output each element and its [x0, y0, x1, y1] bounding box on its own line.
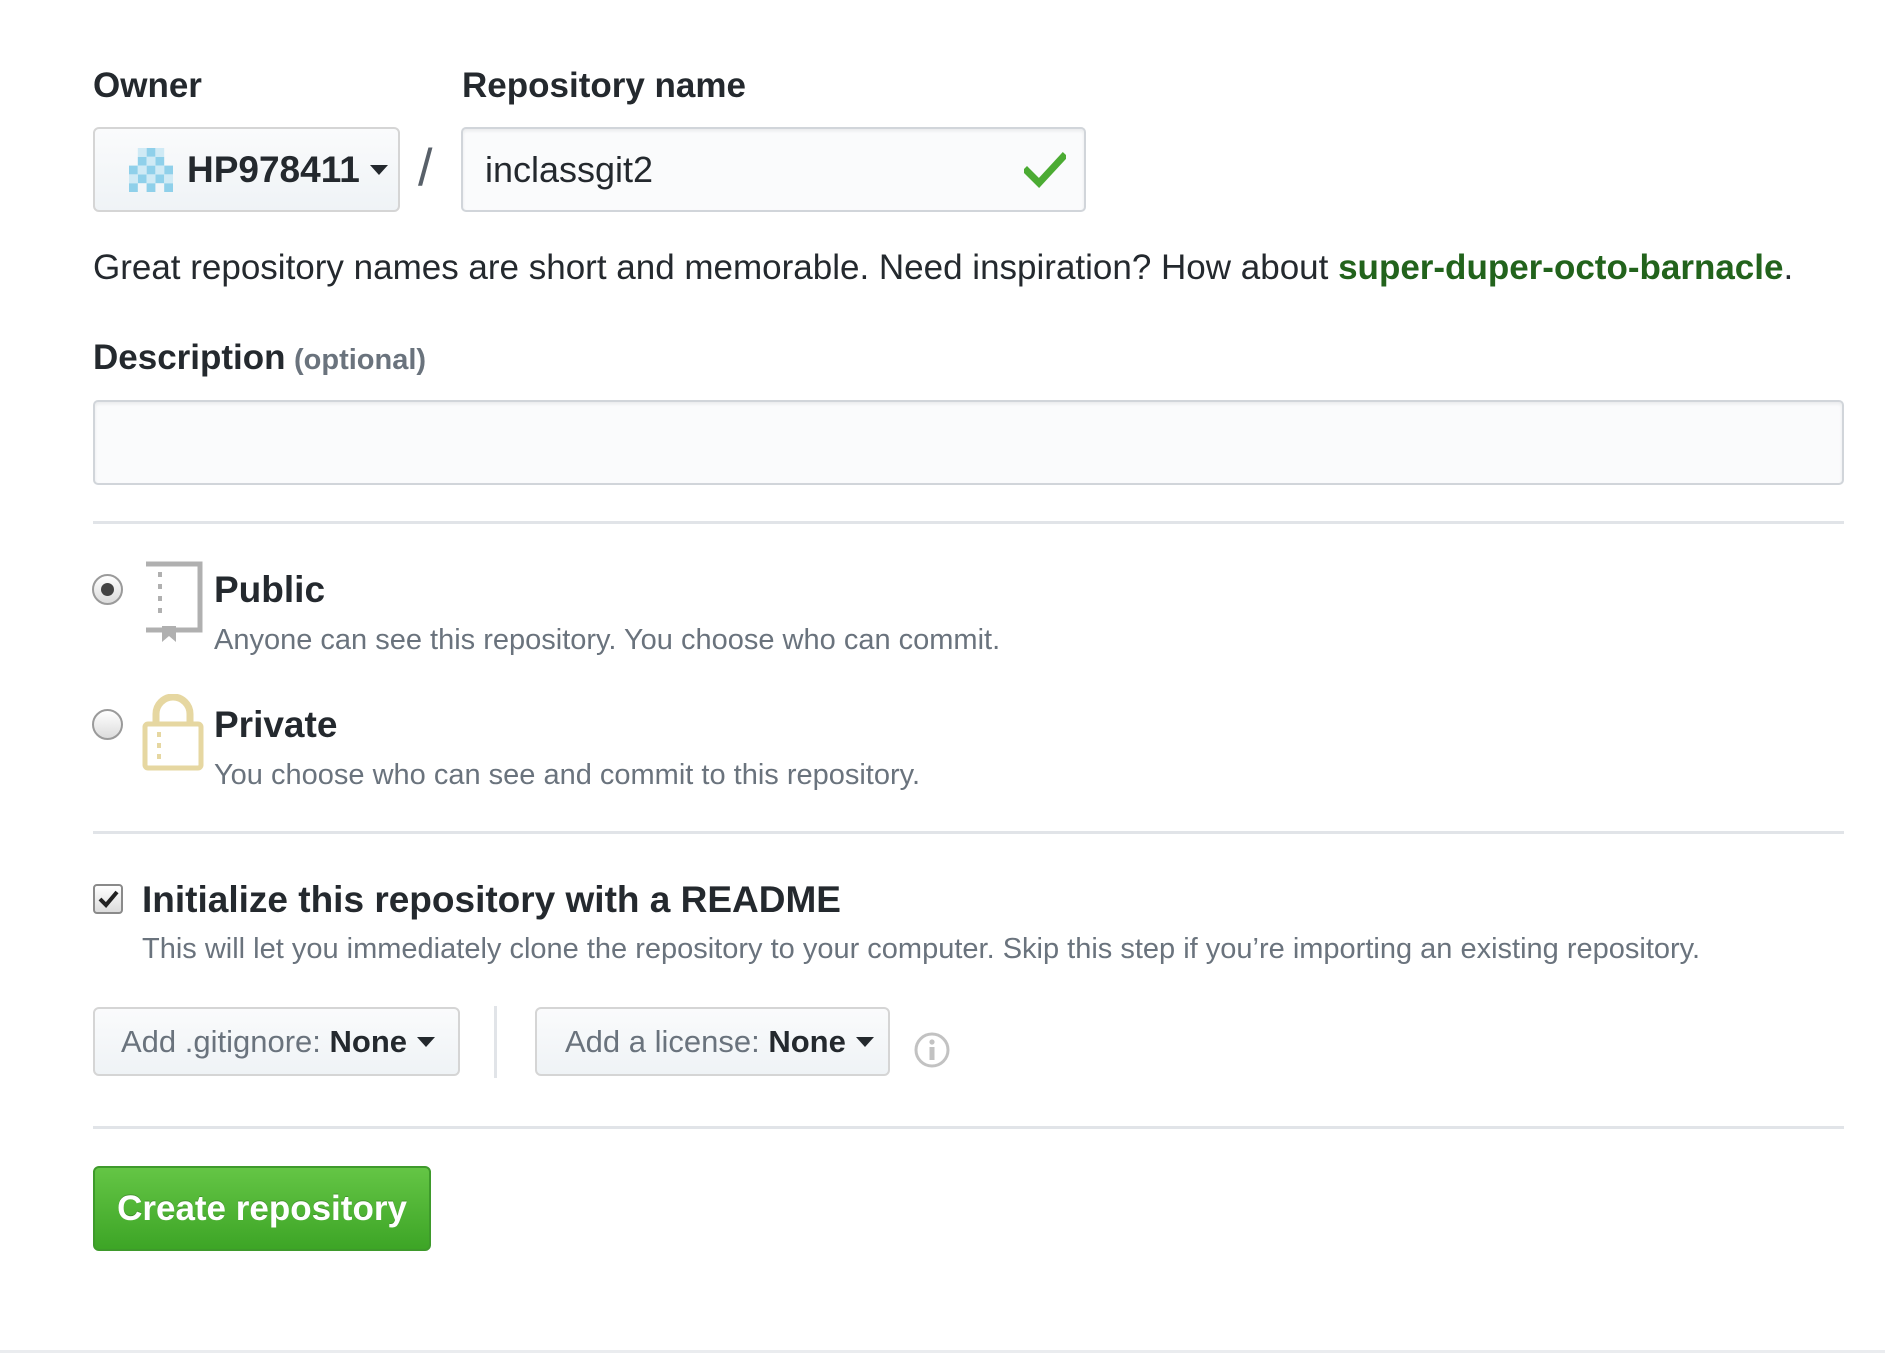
readme-label[interactable]: Initialize this repository with a README [142, 879, 841, 921]
create-repository-button[interactable]: Create repository [93, 1166, 431, 1251]
public-note: Anyone can see this repository. You choo… [214, 624, 1001, 656]
gitignore-select[interactable]: Add .gitignore: None [93, 1007, 460, 1076]
divider [93, 1126, 1844, 1129]
gitignore-key: Add .gitignore: [121, 1023, 321, 1059]
info-icon[interactable] [913, 1031, 951, 1069]
name-hint-end: . [1783, 248, 1794, 287]
description-label-text: Description [93, 338, 286, 377]
suggested-name-link[interactable]: super-duper-octo-barnacle [1338, 248, 1783, 287]
repository-name-field[interactable]: inclassgit2 [461, 127, 1086, 212]
identicon [129, 147, 173, 192]
description-label: Description (optional) [93, 338, 426, 378]
select-divider [494, 1006, 497, 1078]
private-radio[interactable] [92, 709, 123, 740]
repo-icon [146, 561, 203, 642]
repository-name-value: inclassgit2 [485, 148, 654, 190]
check-icon [1024, 152, 1066, 189]
description-field[interactable] [93, 400, 1844, 485]
gitignore-value: None [329, 1023, 408, 1059]
chevron-down-icon [369, 164, 388, 175]
divider [93, 521, 1844, 524]
owner-name: HP978411 [187, 148, 360, 190]
checkmark-icon [98, 890, 119, 908]
owner-select[interactable]: HP978411 [93, 127, 400, 212]
owner-label: Owner [93, 66, 202, 105]
license-value: None [768, 1023, 846, 1059]
optional-tag: (optional) [294, 344, 427, 376]
divider [93, 831, 1844, 834]
chevron-down-icon [855, 1036, 874, 1047]
create-repository-label: Create repository [117, 1188, 407, 1228]
license-select[interactable]: Add a license: None [535, 1007, 890, 1076]
readme-note: This will let you immediately clone the … [142, 933, 1701, 965]
public-radio[interactable] [92, 574, 123, 605]
name-hint-text: Great repository names are short and mem… [93, 248, 1339, 287]
private-title: Private [214, 704, 338, 745]
repository-name-label: Repository name [462, 66, 746, 105]
chevron-down-icon [417, 1036, 436, 1047]
readme-checkbox[interactable] [93, 884, 123, 914]
private-note: You choose who can see and commit to thi… [214, 759, 921, 791]
lock-icon [142, 694, 204, 771]
license-key: Add a license: [565, 1023, 760, 1059]
name-hint: Great repository names are short and mem… [93, 248, 1793, 288]
footer-divider [0, 1350, 1885, 1353]
public-title: Public [214, 569, 326, 610]
owner-repo-separator: / [418, 139, 433, 197]
